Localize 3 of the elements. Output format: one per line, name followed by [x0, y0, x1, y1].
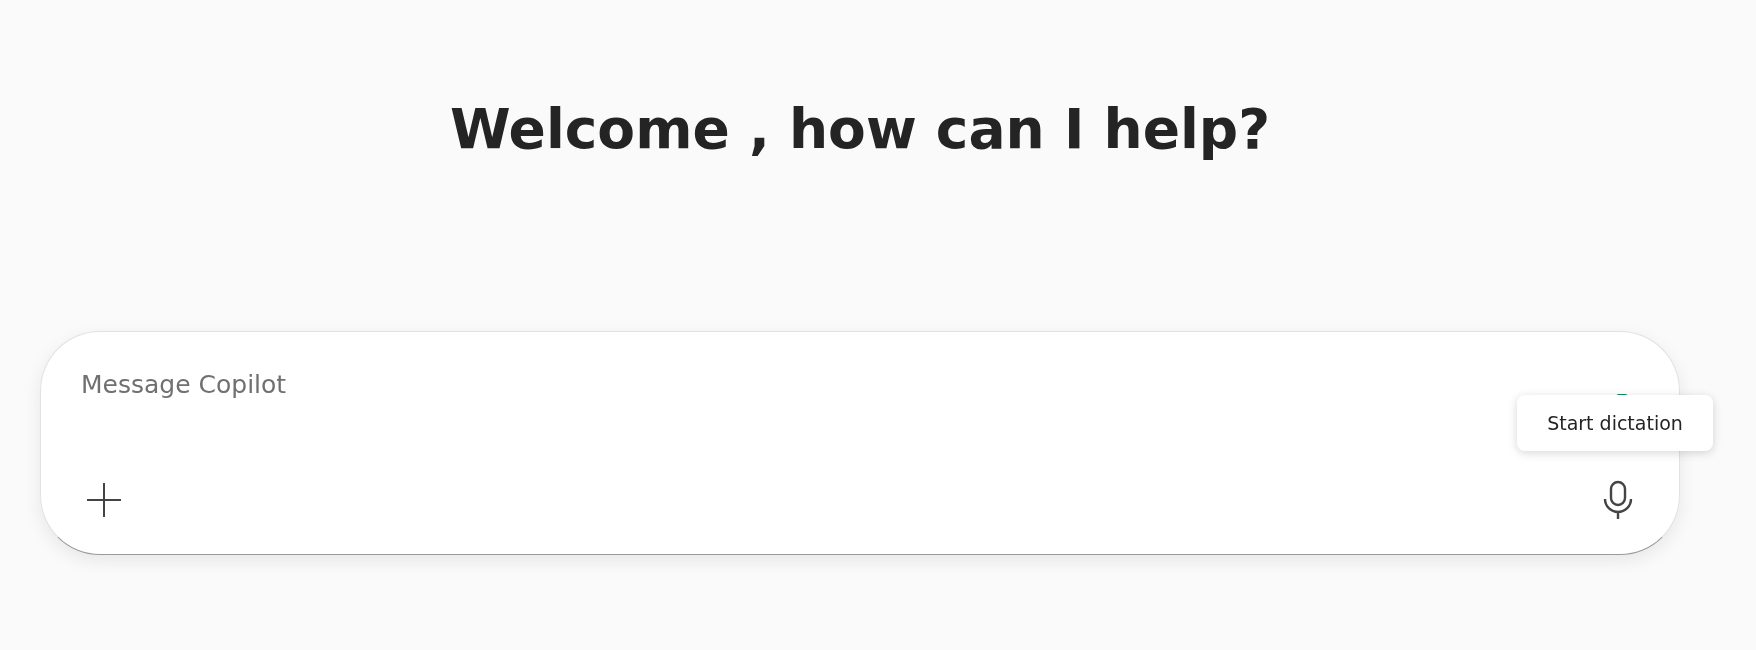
message-input[interactable]: Message Copilot	[81, 364, 1281, 404]
tooltip: Start dictation	[1517, 395, 1713, 451]
welcome-heading: Welcome , how can I help?	[448, 96, 1272, 163]
